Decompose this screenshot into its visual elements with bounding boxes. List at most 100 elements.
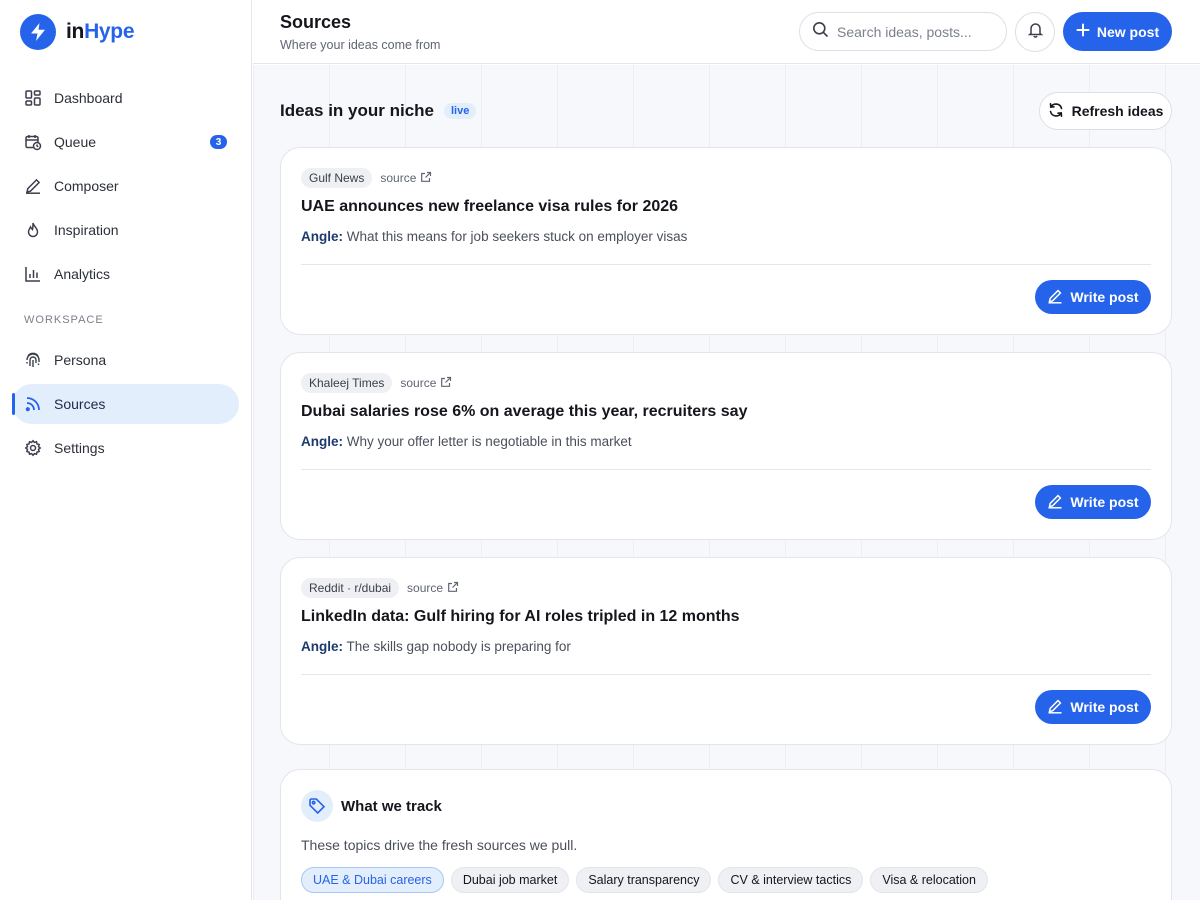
sidebar-item-label: Analytics xyxy=(54,266,111,282)
refresh-ideas-label: Refresh ideas xyxy=(1071,103,1164,119)
sidebar-item-composer[interactable]: Composer xyxy=(12,166,239,206)
sidebar-nav: Dashboard Queue 3 Composer Inspiration A… xyxy=(12,78,239,472)
rss-icon xyxy=(24,395,42,413)
write-post-label: Write post xyxy=(1070,494,1139,510)
dashboard-icon xyxy=(24,89,42,107)
pencil-icon xyxy=(1047,493,1063,512)
tag-icon xyxy=(301,790,333,822)
topic-chip[interactable]: UAE & Dubai careers xyxy=(301,867,444,893)
search-box[interactable] xyxy=(799,12,1007,51)
topic-chip[interactable]: Dubai job market xyxy=(450,867,570,893)
write-post-label: Write post xyxy=(1070,289,1139,305)
sidebar-item-label: Inspiration xyxy=(54,222,119,238)
tracked-topics-card: What we track These topics drive the fre… xyxy=(280,769,1172,900)
sidebar: inHype Dashboard Queue 3 Composer Inspir… xyxy=(0,0,252,900)
sidebar-item-persona[interactable]: Persona xyxy=(12,340,239,380)
source-link-label: source xyxy=(400,376,437,390)
topic-chip[interactable]: CV & interview tactics xyxy=(718,867,864,893)
search-icon xyxy=(812,21,829,43)
idea-title: UAE announces new freelance visa rules f… xyxy=(301,198,679,215)
idea-card: Khaleej Times source Dubai salaries rose… xyxy=(280,352,1172,540)
write-post-button[interactable]: Write post xyxy=(1035,280,1151,314)
idea-meta: Khaleej Times source xyxy=(301,373,452,393)
idea-meta: Gulf News source xyxy=(301,168,432,188)
topic-chip[interactable]: Salary transparency xyxy=(576,867,712,893)
sidebar-item-label: Queue xyxy=(54,134,97,150)
tracking-title: What we track xyxy=(341,798,442,815)
bell-icon xyxy=(1027,21,1044,43)
idea-card: Reddit · r/dubai source LinkedIn data: G… xyxy=(280,557,1172,745)
write-post-button[interactable]: Write post xyxy=(1035,485,1151,519)
refresh-ideas-button[interactable]: Refresh ideas xyxy=(1039,92,1172,130)
source-link[interactable]: source xyxy=(407,581,459,596)
write-post-label: Write post xyxy=(1070,699,1139,715)
card-divider xyxy=(301,674,1151,675)
workspace-section-label: WORKSPACE xyxy=(24,314,104,326)
idea-card: Gulf News source UAE announces new freel… xyxy=(280,147,1172,335)
sidebar-item-label: Settings xyxy=(54,440,105,456)
sidebar-item-label: Composer xyxy=(54,178,119,194)
angle-text: The skills gap nobody is preparing for xyxy=(346,639,571,654)
pencil-icon xyxy=(24,177,42,195)
topic-chips: UAE & Dubai careers Dubai job market Sal… xyxy=(301,867,988,893)
external-link-icon xyxy=(447,581,459,596)
source-pill: Reddit · r/dubai xyxy=(301,578,400,598)
pencil-icon xyxy=(1047,288,1063,307)
brand[interactable]: inHype xyxy=(20,14,135,50)
lightning-bolt-icon xyxy=(20,14,56,50)
brand-name: inHype xyxy=(66,20,135,43)
angle-label: Angle: xyxy=(301,639,343,654)
sidebar-item-dashboard[interactable]: Dashboard xyxy=(12,78,239,118)
card-divider xyxy=(301,264,1151,265)
card-divider xyxy=(301,469,1151,470)
refresh-icon xyxy=(1048,102,1064,121)
page-subtitle: Where your ideas come from xyxy=(280,38,441,52)
plus-icon xyxy=(1076,23,1090,40)
new-post-label: New post xyxy=(1096,23,1160,40)
write-post-button[interactable]: Write post xyxy=(1035,690,1151,724)
source-link-label: source xyxy=(407,581,444,595)
tracking-description: These topics drive the fresh sources we … xyxy=(301,837,578,853)
source-link[interactable]: source xyxy=(400,376,452,391)
external-link-icon xyxy=(420,171,432,186)
flame-icon xyxy=(24,221,42,239)
page-title: Sources xyxy=(280,12,352,32)
live-badge: live xyxy=(444,103,477,119)
angle-text: What this means for job seekers stuck on… xyxy=(346,229,688,244)
sidebar-item-label: Dashboard xyxy=(54,90,123,106)
fingerprint-icon xyxy=(24,351,42,369)
angle-label: Angle: xyxy=(301,434,343,449)
calendar-clock-icon xyxy=(24,133,42,151)
source-link-label: source xyxy=(380,171,417,185)
sidebar-item-label: Persona xyxy=(54,352,107,368)
top-header: Sources Where your ideas come from New p… xyxy=(253,0,1200,64)
idea-title: LinkedIn data: Gulf hiring for AI roles … xyxy=(301,608,740,625)
topic-chip[interactable]: Visa & relocation xyxy=(870,867,988,893)
new-post-button[interactable]: New post xyxy=(1063,12,1172,51)
source-link[interactable]: source xyxy=(380,171,432,186)
external-link-icon xyxy=(440,376,452,391)
idea-meta: Reddit · r/dubai source xyxy=(301,578,459,598)
notifications-button[interactable] xyxy=(1015,12,1055,52)
source-pill: Khaleej Times xyxy=(301,373,393,393)
idea-angle: Angle: What this means for job seekers s… xyxy=(301,229,687,244)
section-header: Ideas in your niche live xyxy=(280,101,477,121)
angle-label: Angle: xyxy=(301,229,343,244)
queue-count-badge: 3 xyxy=(210,135,227,149)
search-input[interactable] xyxy=(837,23,987,40)
sidebar-item-analytics[interactable]: Analytics xyxy=(12,254,239,294)
main-content: Ideas in your niche live Refresh ideas G… xyxy=(253,65,1200,900)
sidebar-item-inspiration[interactable]: Inspiration xyxy=(12,210,239,250)
bar-chart-icon xyxy=(24,265,42,283)
sidebar-item-settings[interactable]: Settings xyxy=(12,428,239,468)
gear-icon xyxy=(24,439,42,457)
idea-angle: Angle: The skills gap nobody is preparin… xyxy=(301,639,571,654)
idea-title: Dubai salaries rose 6% on average this y… xyxy=(301,403,748,420)
sidebar-item-label: Sources xyxy=(54,396,106,412)
source-pill: Gulf News xyxy=(301,168,373,188)
pencil-icon xyxy=(1047,698,1063,717)
angle-text: Why your offer letter is negotiable in t… xyxy=(346,434,632,449)
sidebar-item-sources[interactable]: Sources xyxy=(12,384,239,424)
sidebar-item-queue[interactable]: Queue 3 xyxy=(12,122,239,162)
section-title: Ideas in your niche xyxy=(280,101,434,120)
